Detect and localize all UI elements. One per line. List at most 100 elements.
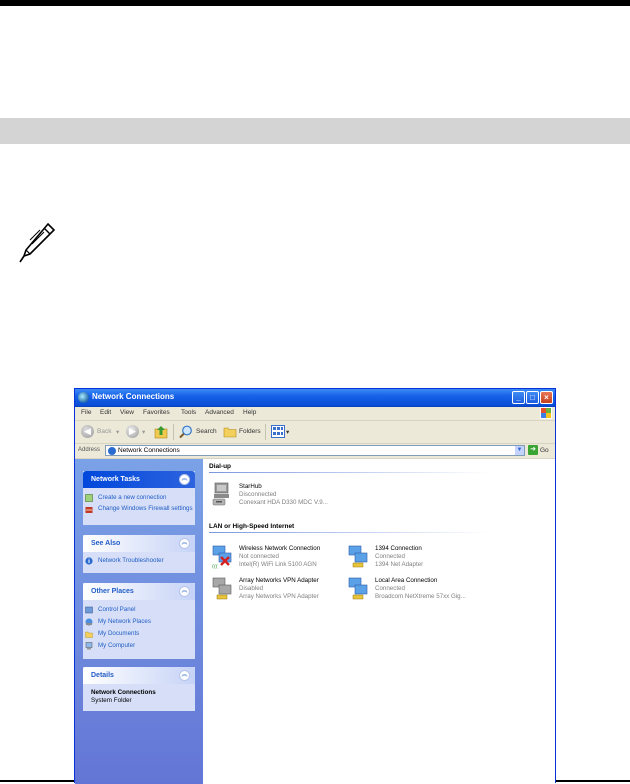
collapse-chevron-icon[interactable]: ︽	[179, 474, 190, 485]
group-header-lan: LAN or High-Speed Internet	[209, 523, 295, 530]
connection-1394[interactable]: 1394 Connection Connected 1394 Net Adapt…	[347, 543, 487, 573]
connection-status: Not connected	[239, 553, 279, 560]
menu-favorites[interactable]: Favorites	[143, 409, 170, 416]
collapse-chevron-icon[interactable]: ︽	[179, 538, 190, 549]
windows-logo-icon	[540, 407, 552, 419]
minimize-button[interactable]: _	[512, 391, 525, 404]
connection-name: Local Area Connection	[375, 577, 438, 584]
close-button[interactable]: ×	[540, 391, 553, 404]
connection-name: Array Networks VPN Adapter	[239, 577, 319, 584]
connection-name: Wireless Network Connection	[239, 545, 321, 552]
details-title: Details	[91, 672, 114, 679]
network-tasks-title: Network Tasks	[91, 476, 140, 483]
connection-name: 1394 Connection	[375, 545, 422, 552]
svg-text:(((: (((	[212, 564, 218, 569]
connection-name: StarHub	[239, 483, 262, 490]
menu-advanced[interactable]: Advanced	[205, 409, 234, 416]
network-places-icon	[85, 618, 93, 626]
title-bar[interactable]: Network Connections _ □ ×	[75, 389, 555, 407]
group-divider	[209, 532, 489, 533]
connection-starhub[interactable]: StarHub Disconnected Conexant HDA D330 M…	[211, 481, 351, 511]
search-icon[interactable]	[179, 425, 193, 439]
address-value: Network Connections	[118, 447, 180, 454]
connection-device: Broadcom NetXtreme 57xx Gig...	[375, 593, 466, 600]
menu-help[interactable]: Help	[243, 409, 256, 416]
collapse-chevron-icon[interactable]: ︽	[179, 670, 190, 681]
go-button-label[interactable]: Go	[540, 447, 549, 454]
new-connection-icon	[85, 494, 93, 502]
connection-array-vpn[interactable]: Array Networks VPN Adapter Disabled Arra…	[211, 575, 351, 605]
forward-dropdown-icon[interactable]: ▾	[142, 428, 145, 436]
folder-up-icon[interactable]	[154, 424, 168, 439]
connection-device: Array Networks VPN Adapter	[239, 593, 319, 600]
connection-device: Intel(R) WiFi Link 5100 AGN	[239, 561, 317, 568]
lan-connection-disabled-icon	[212, 577, 232, 600]
forward-arrow-icon[interactable]: ▶	[126, 425, 139, 438]
window-title: Network Connections	[92, 392, 175, 401]
other-places-header[interactable]: Other Places ︽	[83, 583, 195, 600]
network-tasks-header[interactable]: Network Tasks ︽	[83, 471, 195, 488]
connection-status: Connected	[375, 553, 405, 560]
details-header[interactable]: Details ︽	[83, 667, 195, 684]
network-app-icon	[78, 392, 89, 403]
connection-local-area[interactable]: Local Area Connection Connected Broadcom…	[347, 575, 487, 605]
back-button-label[interactable]: Back	[97, 428, 111, 435]
views-icon[interactable]	[271, 425, 285, 438]
help-info-icon	[85, 557, 93, 565]
menu-edit[interactable]: Edit	[100, 409, 111, 416]
place-my-documents[interactable]: My Documents	[83, 628, 195, 640]
menu-view[interactable]: View	[120, 409, 134, 416]
place-my-computer[interactable]: My Computer	[83, 640, 195, 652]
go-arrow-icon[interactable]: ➜	[528, 445, 538, 455]
pen-note-icon	[19, 222, 56, 263]
details-panel: Details ︽ Network Connections System Fol…	[83, 667, 195, 711]
other-places-title: Other Places	[91, 588, 134, 595]
place-control-panel[interactable]: Control Panel	[83, 604, 195, 616]
toolbar-separator	[265, 424, 266, 440]
views-dropdown-icon[interactable]: ▾	[286, 428, 289, 436]
task-network-troubleshooter[interactable]: Network Troubleshooter	[83, 555, 195, 567]
search-button-label[interactable]: Search	[196, 428, 217, 435]
connection-status: Connected	[375, 585, 405, 592]
connection-status: Disabled	[239, 585, 264, 592]
details-name: Network Connections	[91, 689, 156, 696]
network-connections-icon	[108, 447, 116, 455]
control-panel-icon	[85, 606, 93, 614]
other-places-panel: Other Places ︽ Control Panel My Network …	[83, 583, 195, 659]
group-divider	[209, 472, 489, 473]
lan-connection-icon	[348, 577, 368, 600]
toolbar: ◀ Back ▾ ▶ ▾ Search Folders ▾	[75, 421, 555, 444]
group-header-dialup: Dial-up	[209, 463, 232, 470]
lan-connection-icon	[348, 545, 368, 568]
menu-file[interactable]: File	[81, 409, 91, 416]
network-tasks-panel: Network Tasks ︽ Create a new connection …	[83, 471, 195, 525]
task-create-connection[interactable]: Create a new connection	[83, 492, 195, 504]
back-arrow-icon[interactable]: ◀	[81, 425, 94, 438]
see-also-panel: See Also ︽ Network Troubleshooter	[83, 535, 195, 573]
place-my-network-places[interactable]: My Network Places	[83, 616, 195, 628]
address-bar: Address Network Connections ▼ ➜ Go	[75, 444, 555, 459]
firewall-icon	[85, 507, 93, 513]
connection-status: Disconnected	[239, 491, 277, 498]
network-connections-window: Network Connections _ □ × File Edit View…	[74, 388, 556, 784]
address-label: Address	[78, 447, 101, 453]
top-rule	[0, 0, 630, 6]
connection-wireless[interactable]: ((( Wireless Network Connection Not conn…	[211, 543, 351, 573]
connections-view: Dial-up StarHub Disconnected Conexant HD…	[203, 459, 555, 784]
address-input[interactable]: Network Connections ▼	[105, 445, 525, 456]
task-change-firewall[interactable]: Change Windows Firewall settings	[83, 504, 195, 521]
section-band	[0, 118, 630, 144]
toolbar-separator	[173, 424, 174, 440]
details-type: System Folder	[91, 697, 132, 704]
address-dropdown-icon[interactable]: ▼	[515, 446, 524, 455]
connection-device: 1394 Net Adapter	[375, 561, 424, 568]
see-also-header[interactable]: See Also ︽	[83, 535, 195, 552]
back-dropdown-icon[interactable]: ▾	[116, 428, 119, 436]
see-also-title: See Also	[91, 540, 121, 547]
folders-icon[interactable]	[223, 425, 237, 438]
folders-button-label[interactable]: Folders	[239, 428, 261, 435]
menu-tools[interactable]: Tools	[181, 409, 196, 416]
maximize-button[interactable]: □	[526, 391, 539, 404]
menu-bar: File Edit View Favorites Tools Advanced …	[75, 407, 555, 421]
collapse-chevron-icon[interactable]: ︽	[179, 586, 190, 597]
